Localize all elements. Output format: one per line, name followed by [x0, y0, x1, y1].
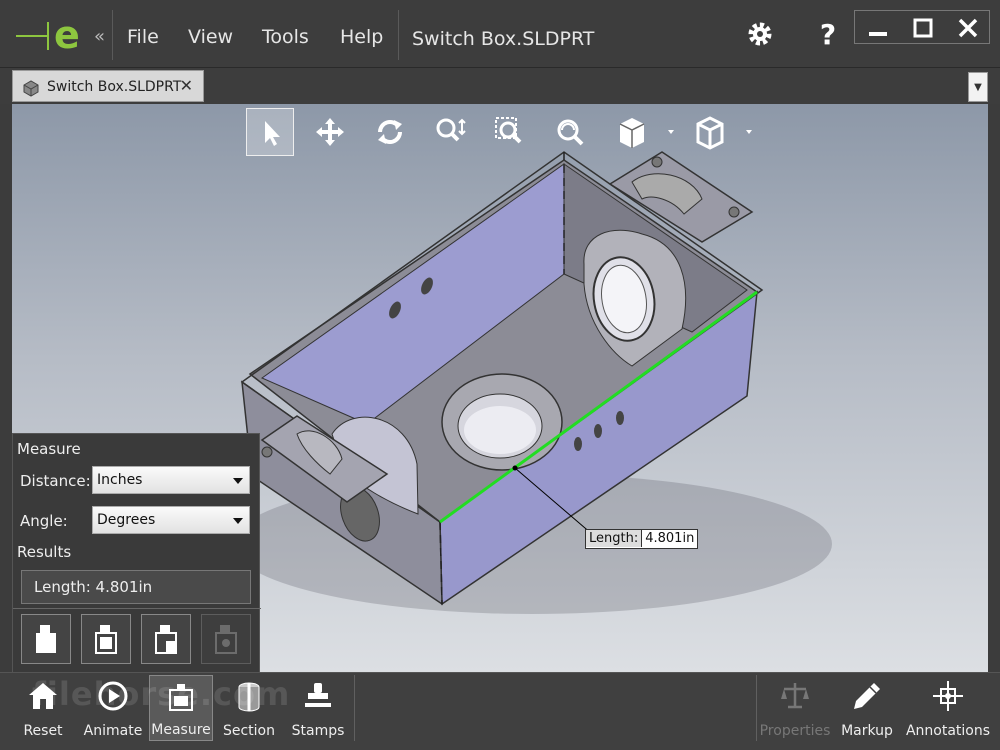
close-icon[interactable]: [957, 17, 979, 39]
bottom-toolbar: Reset Animate Measure Section Stamps fil…: [0, 672, 1000, 750]
divider: [354, 675, 355, 741]
title-bar: e « File View Tools Help Switch Box.SLDP…: [0, 0, 1000, 68]
section-label: Section: [222, 723, 275, 739]
minimize-icon[interactable]: [867, 17, 889, 39]
tab-switch-box[interactable]: Switch Box.SLDPRT ✕: [12, 70, 204, 102]
angle-unit-value: Degrees: [97, 512, 156, 528]
menu-tools[interactable]: Tools: [262, 26, 309, 48]
stamp-icon: [305, 683, 331, 707]
distance-unit-select[interactable]: Inches: [92, 466, 250, 494]
annotation-crosshair-icon: [933, 681, 963, 711]
divider: [112, 10, 113, 60]
scales-icon: [781, 683, 809, 709]
tab-list-dropdown[interactable]: ▼: [968, 72, 988, 102]
annotations-button[interactable]: Annotations: [902, 675, 994, 741]
angle-label: Angle:: [20, 512, 68, 530]
divider: [756, 675, 757, 741]
tab-label: Switch Box.SLDPRT: [47, 79, 182, 95]
measure-mode-3-icon[interactable]: [141, 614, 191, 664]
distance-label: Distance:: [20, 472, 91, 490]
chevron-down-icon: [233, 478, 243, 484]
animate-label: Animate: [83, 723, 143, 739]
menu-view[interactable]: View: [188, 26, 233, 48]
measure-mode-2-icon[interactable]: [81, 614, 131, 664]
maximize-icon[interactable]: [912, 17, 934, 39]
document-tab-bar: Switch Box.SLDPRT ✕ ▼: [0, 68, 1000, 104]
measurement-callout: Length: 4.801in: [585, 529, 699, 549]
markup-label: Markup: [841, 723, 893, 739]
results-label: Results: [17, 543, 72, 561]
callout-key: Length:: [586, 530, 643, 547]
markup-button[interactable]: Markup: [834, 675, 900, 741]
watermark: filehorse.com: [32, 675, 291, 713]
chevron-down-icon: [233, 518, 243, 524]
properties-label: Properties: [759, 723, 831, 739]
question-icon[interactable]: ?: [812, 18, 844, 51]
pencil-icon: [854, 683, 880, 709]
window-controls: [854, 10, 990, 44]
annotations-label: Annotations: [905, 723, 991, 739]
callout-value: 4.801in: [645, 531, 695, 546]
measurement-result: Length: 4.801in: [21, 570, 251, 604]
edrawings-logo-icon[interactable]: e: [12, 12, 90, 58]
svg-text:e: e: [54, 13, 80, 57]
divider: [13, 608, 261, 609]
document-title: Switch Box.SLDPRT: [412, 28, 595, 50]
gear-icon[interactable]: [744, 18, 776, 50]
stamps-button[interactable]: Stamps: [284, 675, 352, 741]
measure-label: Measure: [151, 722, 211, 738]
reset-label: Reset: [23, 723, 63, 739]
distance-unit-value: Inches: [97, 472, 143, 488]
collapse-chevrons-icon[interactable]: «: [94, 26, 105, 47]
menu-help[interactable]: Help: [340, 26, 383, 48]
divider: [398, 10, 399, 60]
part-file-icon: [23, 80, 39, 97]
properties-button[interactable]: Properties: [758, 675, 832, 741]
stamps-label: Stamps: [291, 723, 345, 739]
measure-mode-4-icon[interactable]: [201, 614, 251, 664]
measure-panel: Measure Distance: Inches Angle: Degrees …: [12, 433, 261, 673]
measure-mode-1-icon[interactable]: [21, 614, 71, 664]
close-tab-icon[interactable]: ✕: [180, 76, 193, 95]
panel-title: Measure: [17, 440, 81, 458]
menu-file[interactable]: File: [127, 26, 159, 48]
angle-unit-select[interactable]: Degrees: [92, 506, 250, 534]
